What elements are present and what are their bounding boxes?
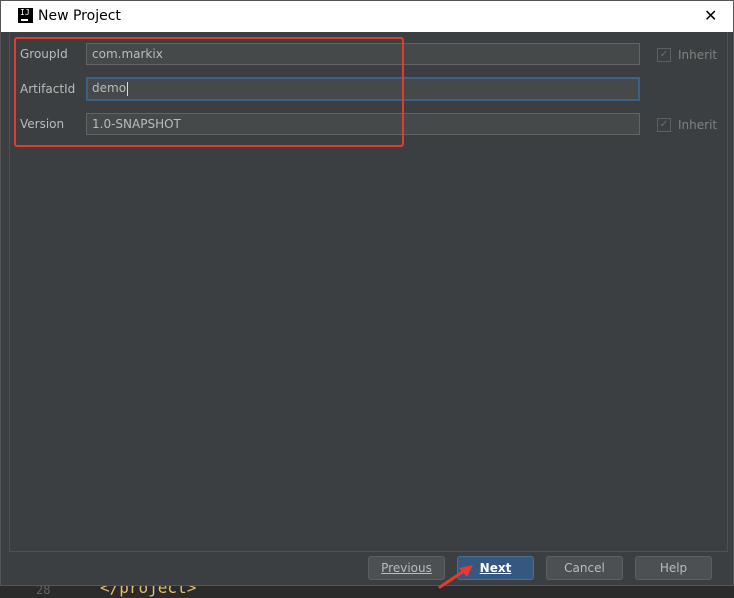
check-icon: ✓ [657,48,671,62]
title-bar: IJ New Project ✕ [1,1,733,32]
intellij-icon: IJ [18,8,33,23]
cancel-button[interactable]: Cancel [546,556,623,580]
new-project-dialog: IJ New Project ✕ GroupId com.markix ✓ In… [0,0,734,589]
annotation-arrow-icon [438,565,473,589]
annotation-highlight-box [14,37,404,147]
previous-button-label: Previous [381,561,432,575]
window-title: New Project [38,8,121,24]
close-icon[interactable]: ✕ [704,6,717,25]
help-button[interactable]: Help [635,556,712,580]
version-inherit-label: Inherit [678,118,718,132]
group-id-inherit-label: Inherit [678,48,718,62]
next-button-label: Next [479,561,512,575]
cancel-button-label: Cancel [564,561,605,575]
check-icon: ✓ [657,118,671,132]
previous-button[interactable]: Previous [368,556,445,580]
help-button-label: Help [659,561,688,575]
